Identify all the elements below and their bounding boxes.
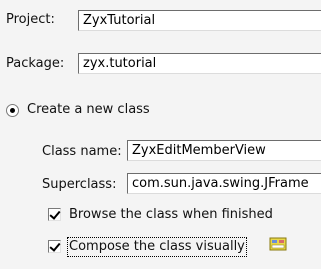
visual-composer-icon <box>269 236 287 252</box>
browse-class-label: Browse the class when finished <box>69 207 273 222</box>
checkbox-indicator[interactable] <box>48 240 61 253</box>
class-name-label: Class name: <box>42 144 122 159</box>
checkbox-indicator[interactable] <box>48 208 61 221</box>
project-field[interactable]: ZyxTutorial <box>78 10 321 31</box>
compose-visually-label: Compose the class visually <box>67 237 247 257</box>
superclass-field[interactable]: com.sun.java.swing.JFrame <box>127 173 321 194</box>
package-field[interactable]: zyx.tutorial <box>78 53 321 74</box>
project-label: Project: <box>6 12 55 27</box>
class-name-field[interactable]: ZyxEditMemberView <box>127 140 321 161</box>
package-label: Package: <box>6 56 65 71</box>
superclass-label: Superclass: <box>42 177 117 192</box>
radio-indicator[interactable] <box>6 104 19 117</box>
create-new-class-label: Create a new class <box>27 102 150 117</box>
